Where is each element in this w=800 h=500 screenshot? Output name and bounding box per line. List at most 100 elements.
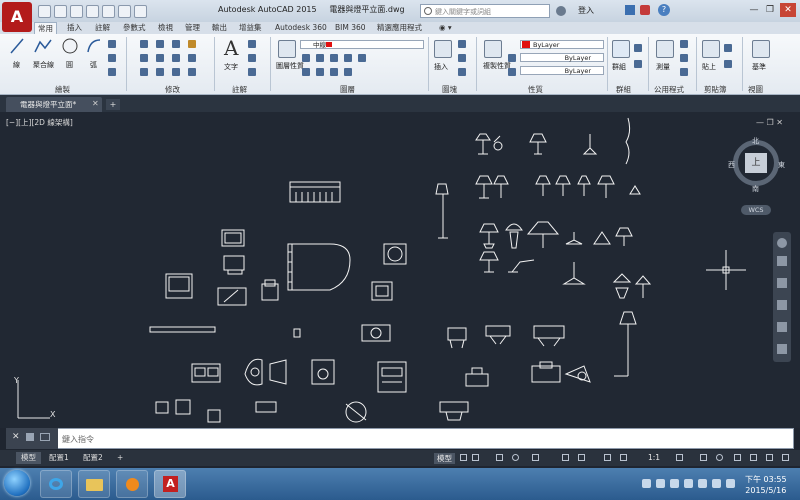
table-icon[interactable]: [248, 68, 256, 76]
mirror-icon[interactable]: [156, 54, 164, 62]
tab-manage[interactable]: 管理: [182, 22, 203, 34]
auto-scale-icon[interactable]: [620, 454, 627, 461]
gradient-icon[interactable]: [108, 68, 116, 76]
annotation-visibility-icon[interactable]: [604, 454, 611, 461]
tray-flag-icon[interactable]: [698, 479, 707, 488]
customization-icon[interactable]: [782, 454, 789, 461]
explode-icon[interactable]: [188, 54, 196, 62]
layer-unlock-icon[interactable]: [344, 68, 352, 76]
base-view-icon[interactable]: [752, 40, 770, 58]
properties-group-title[interactable]: 性質: [528, 84, 543, 95]
linetype-dropdown[interactable]: ByLayer: [520, 53, 604, 62]
save-icon[interactable]: [70, 5, 83, 18]
copy-clip-icon[interactable]: [724, 60, 732, 68]
quick-select-icon[interactable]: [680, 40, 688, 48]
lineweight-icon[interactable]: [578, 454, 585, 461]
command-line[interactable]: [6, 428, 794, 449]
new-icon[interactable]: [38, 5, 51, 18]
taskbar-autocad[interactable]: A: [154, 470, 186, 498]
view-group-title[interactable]: 視圖: [748, 84, 763, 95]
scale-icon[interactable]: [156, 68, 164, 76]
layer-current-icon[interactable]: [302, 68, 310, 76]
arc-tool-icon[interactable]: [86, 38, 102, 54]
save-as-icon[interactable]: [86, 5, 99, 18]
lineweight-dropdown[interactable]: ByLayer: [520, 66, 604, 75]
layer-dropdown[interactable]: 中線: [300, 40, 424, 49]
command-wrench-icon[interactable]: [26, 433, 34, 441]
color-dropdown[interactable]: ByLayer: [520, 40, 604, 49]
utilities-group-title[interactable]: 公用程式: [654, 84, 684, 95]
tab-annotate[interactable]: 註解: [92, 22, 113, 34]
array-icon[interactable]: [172, 68, 180, 76]
command-history-icon[interactable]: [40, 433, 50, 441]
open-icon[interactable]: [54, 5, 67, 18]
viewcube-east[interactable]: 東: [778, 160, 785, 170]
ortho-icon[interactable]: [496, 454, 503, 461]
erase-icon[interactable]: [188, 40, 196, 48]
layer-properties-icon[interactable]: [278, 40, 296, 58]
text-tool-icon[interactable]: A: [224, 36, 238, 60]
insert-block-icon[interactable]: [434, 40, 452, 58]
layer-isolate-icon[interactable]: [316, 54, 324, 62]
clean-screen-icon[interactable]: [766, 454, 773, 461]
tab-bim360[interactable]: BIM 360: [332, 22, 369, 34]
redo-icon[interactable]: [134, 5, 147, 18]
snap-icon[interactable]: [472, 454, 479, 461]
taskbar-clock[interactable]: 下午 03:55 2015/5/16: [745, 474, 787, 496]
taskbar-file-explorer[interactable]: [78, 470, 110, 498]
viewcube-south[interactable]: 南: [752, 184, 759, 194]
line-tool-icon[interactable]: [10, 38, 24, 54]
undo-icon[interactable]: [118, 5, 131, 18]
layers-group-title[interactable]: 圖層: [340, 84, 355, 95]
taskbar-media-player[interactable]: [116, 470, 148, 498]
tab-parametric[interactable]: 參數式: [120, 22, 149, 34]
hardware-accel-icon[interactable]: [750, 454, 757, 461]
tab-addins[interactable]: 增益集: [236, 22, 265, 34]
rotate-icon[interactable]: [156, 40, 164, 48]
help-icon[interactable]: ?: [658, 4, 670, 16]
tab-view[interactable]: 檢視: [155, 22, 176, 34]
layer-match-icon[interactable]: [358, 54, 366, 62]
zoom-extents-icon[interactable]: [777, 278, 787, 288]
minimize-icon[interactable]: —: [746, 3, 762, 17]
tray-network-icon[interactable]: [712, 479, 721, 488]
tab-autodesk360[interactable]: Autodesk 360: [272, 22, 330, 34]
new-tab-button[interactable]: +: [106, 99, 120, 110]
dimension-icon[interactable]: [248, 40, 256, 48]
command-close-icon[interactable]: ✕: [12, 432, 20, 442]
copy-icon[interactable]: [140, 54, 148, 62]
offset-icon[interactable]: [188, 68, 196, 76]
nav-customize-icon[interactable]: [777, 344, 787, 354]
tray-show-hidden-icon[interactable]: [684, 479, 693, 488]
leader-icon[interactable]: [248, 54, 256, 62]
create-block-icon[interactable]: [458, 40, 466, 48]
tab-featured-apps[interactable]: 精選應用程式: [374, 22, 425, 34]
layer-thaw-icon[interactable]: [330, 68, 338, 76]
annotation-monitor-icon[interactable]: [700, 454, 707, 461]
layer-lock-icon[interactable]: [344, 54, 352, 62]
edit-attributes-icon[interactable]: [458, 68, 466, 76]
group-edit-icon[interactable]: [634, 60, 642, 68]
command-input[interactable]: 鍵入指令: [62, 434, 94, 445]
layout-tab-model[interactable]: 模型: [16, 452, 41, 464]
fillet-icon[interactable]: [172, 54, 180, 62]
exchange-icon[interactable]: [625, 5, 635, 15]
taskbar-internet-explorer[interactable]: [40, 470, 72, 498]
viewcube-west[interactable]: 西: [728, 160, 735, 170]
viewcube-top-face[interactable]: 上: [745, 153, 767, 173]
edit-block-icon[interactable]: [458, 54, 466, 62]
circle-tool-icon[interactable]: [62, 38, 78, 54]
clipboard-group-title[interactable]: 剪貼簿: [704, 84, 727, 95]
trim-icon[interactable]: [172, 40, 180, 48]
start-button[interactable]: [4, 470, 30, 496]
calculator-icon[interactable]: [680, 54, 688, 62]
id-point-icon[interactable]: [680, 68, 688, 76]
polyline-tool-icon[interactable]: [34, 38, 52, 54]
account-icon[interactable]: [556, 6, 566, 16]
polar-icon[interactable]: [512, 454, 519, 461]
annotation-scale[interactable]: 1:1: [648, 453, 660, 462]
match-properties-icon[interactable]: [484, 40, 502, 58]
tray-volume-icon[interactable]: [726, 479, 735, 488]
move-icon[interactable]: [140, 40, 148, 48]
measure-icon[interactable]: [656, 40, 674, 58]
